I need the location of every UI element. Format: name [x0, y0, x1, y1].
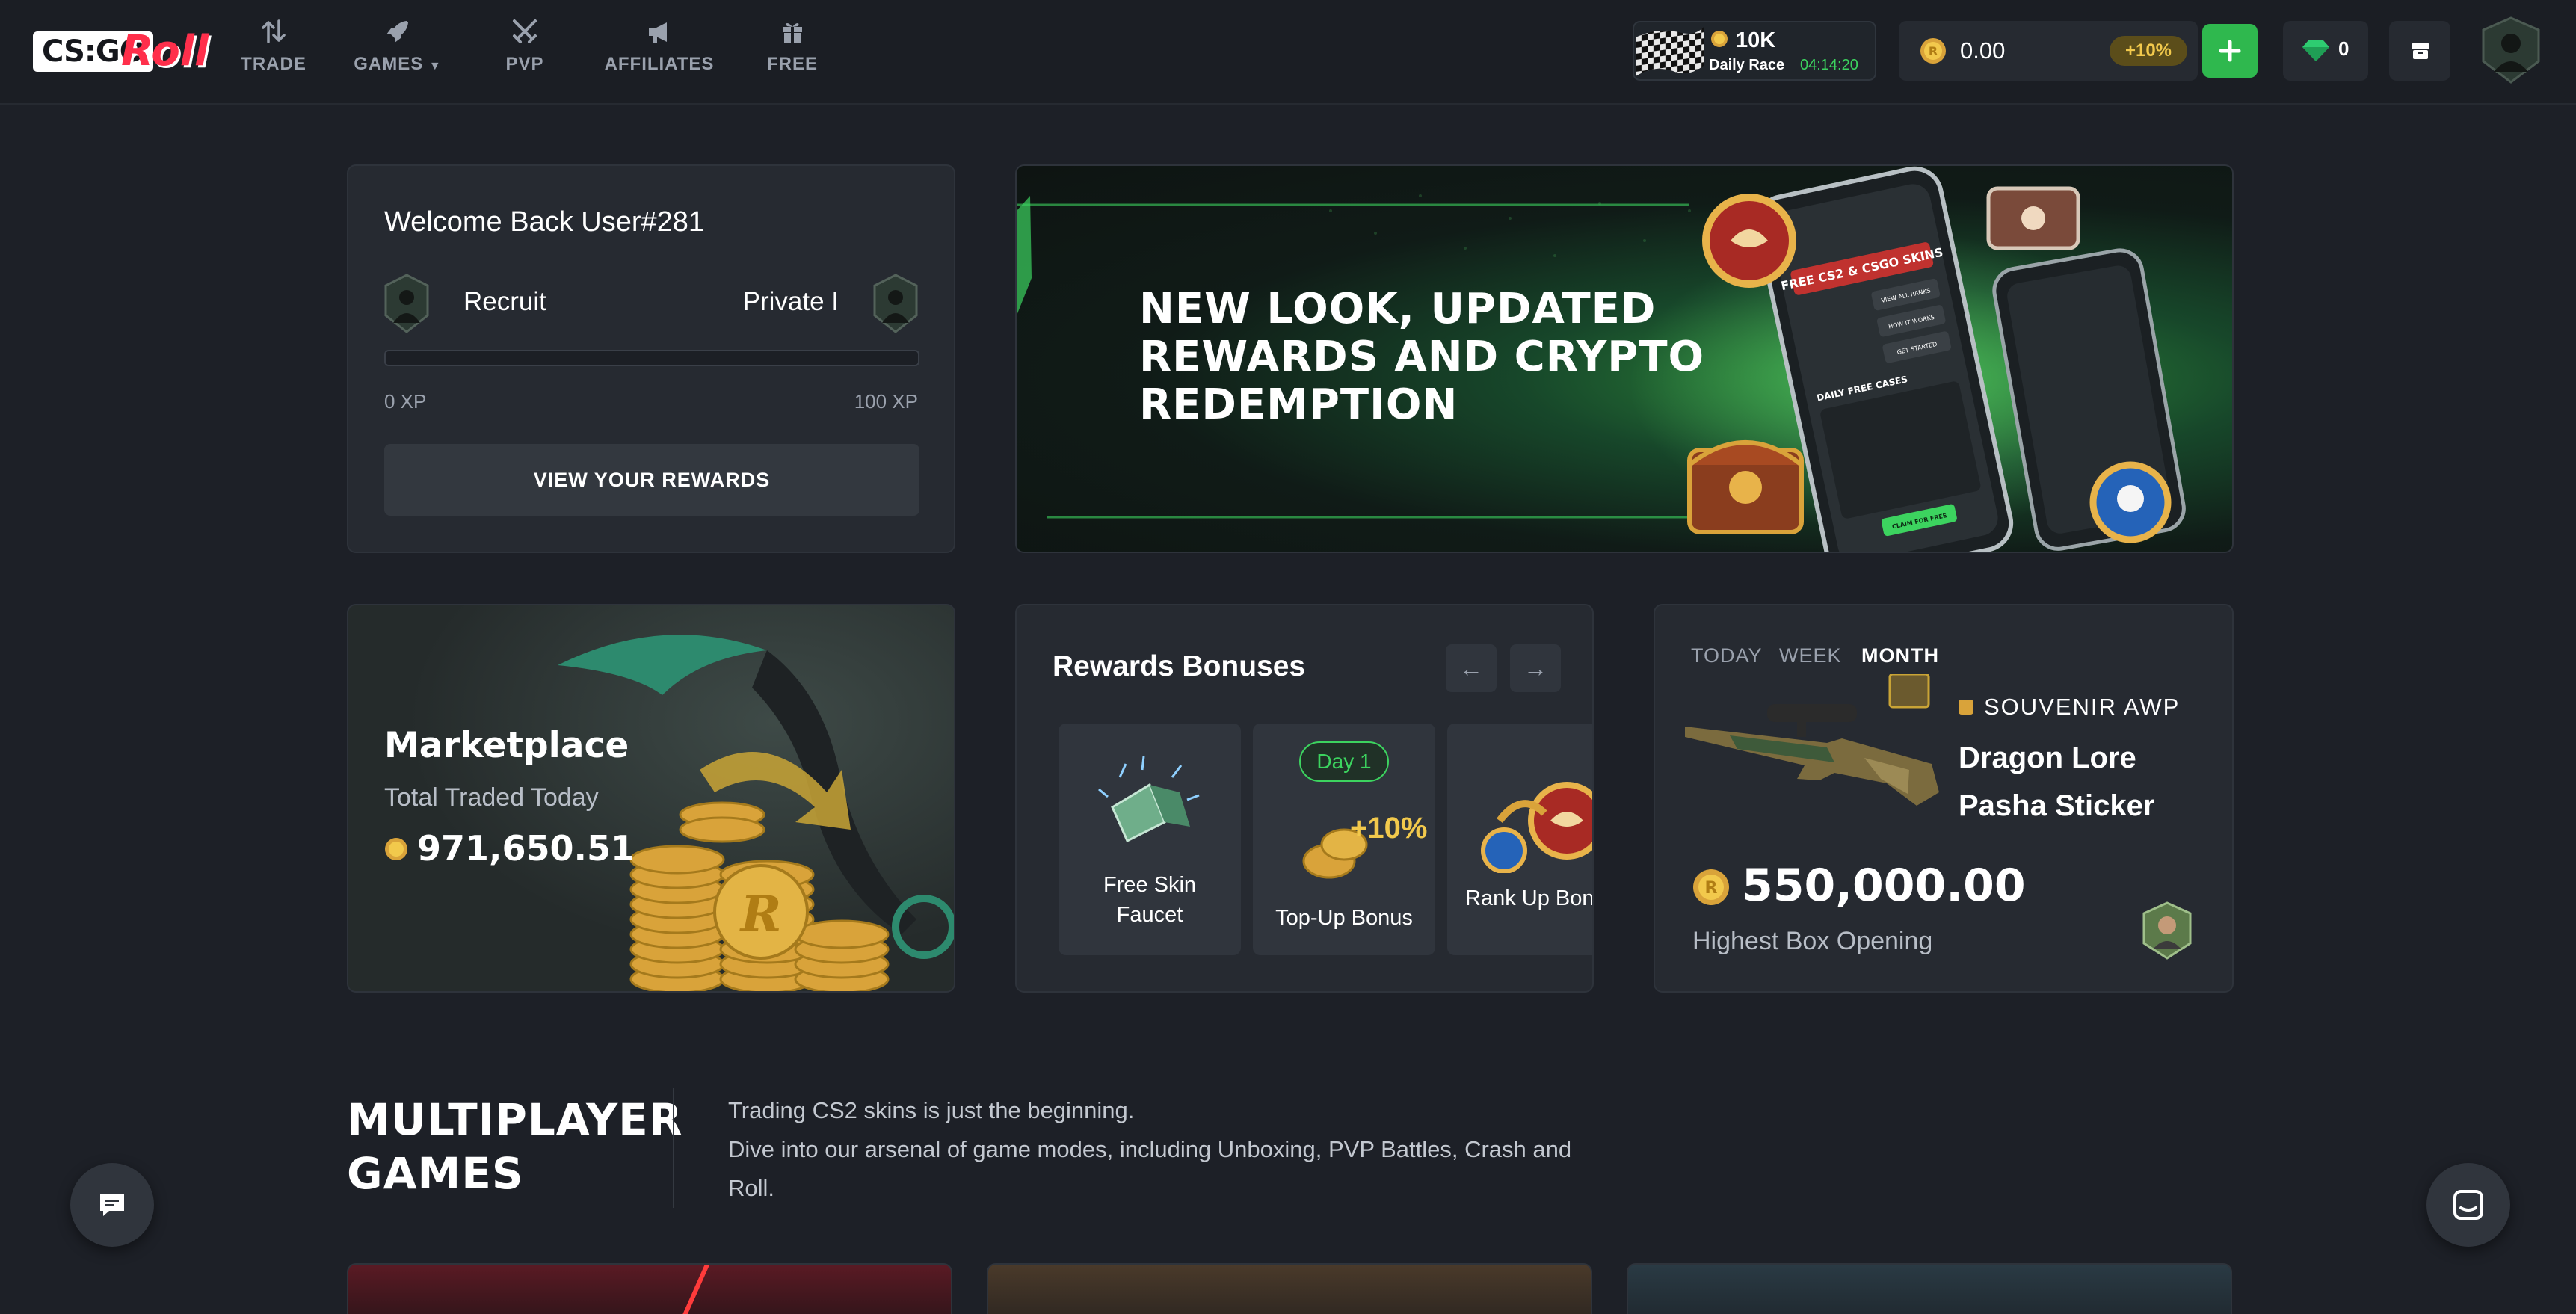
svg-text:R: R	[739, 885, 782, 943]
rewards-next-button[interactable]: →	[1510, 644, 1561, 692]
nav-trade[interactable]: TRADE	[236, 16, 311, 84]
multiplayer-desc-line-2: Dive into our arsenal of game modes, inc…	[728, 1136, 1572, 1162]
nav-games[interactable]: GAMES ▼	[351, 16, 444, 84]
chat-bubble-icon	[100, 1194, 124, 1216]
marketplace-card[interactable]: R Marketplace Total Traded Today 971,650…	[347, 604, 955, 993]
deposit-button[interactable]	[2202, 24, 2258, 78]
svg-text:R: R	[1705, 879, 1718, 898]
reward-label-topup: Top-Up Bonus	[1275, 906, 1413, 930]
nav-affiliates[interactable]: AFFILIATES	[604, 16, 715, 84]
marketplace-title: Marketplace	[384, 725, 629, 766]
coin-icon	[1711, 31, 1728, 47]
checkered-flag-icon	[1636, 26, 1704, 76]
nav-free[interactable]: FREE	[762, 16, 822, 84]
period-tab-month[interactable]: MONTH	[1861, 644, 1939, 667]
highest-price: 550,000.00	[1742, 860, 2026, 912]
deposit-bonus-badge: +10%	[2110, 36, 2187, 66]
trade-arrows-icon	[262, 19, 286, 43]
balance-amount: 0.00	[1960, 37, 2006, 64]
daily-race-widget[interactable]: 10K Daily Race 04:14:20	[1633, 21, 1876, 81]
day-badge: Day 1	[1299, 741, 1389, 782]
plus-icon	[2219, 40, 2241, 62]
xp-start-label: 0 XP	[384, 390, 427, 413]
rank-recruit-badge-icon	[384, 274, 429, 333]
promo-banner[interactable]: FREE CS2 & CSGO SKINS VIEW ALL RANKS HOW…	[1015, 164, 2234, 553]
welcome-title: Welcome Back User#281	[384, 206, 705, 238]
race-label: Daily Race	[1709, 57, 1785, 73]
race-timer: 04:14:20	[1800, 57, 1858, 73]
game-card-3[interactable]	[1627, 1263, 2232, 1314]
avatar-shield-icon	[2482, 16, 2540, 84]
reward-label-faucet: Free Skin Faucet	[1103, 873, 1197, 927]
reward-label-rankup: Rank Up Bonus	[1465, 886, 1594, 910]
current-rank-label: Recruit	[463, 287, 546, 316]
gems-count: 0	[2338, 37, 2349, 60]
banner-headline: NEW LOOK, UPDATED REWARDS AND CRYPTO RED…	[1139, 285, 1705, 429]
nav-affiliates-label: AFFILIATES	[604, 54, 715, 74]
multiplayer-title: MULTIPLAYER GAMES	[347, 1094, 683, 1199]
section-divider	[673, 1088, 674, 1208]
welcome-card: Welcome Back User#281 Recruit Private I …	[347, 164, 955, 553]
marketplace-subtitle: Total Traded Today	[384, 783, 599, 812]
game-card-1[interactable]	[347, 1263, 952, 1314]
reward-tile-rank-up-bonus[interactable]: Rank Up Bonus	[1447, 724, 1594, 955]
game-card-2[interactable]	[987, 1263, 1592, 1314]
nav-pvp-label: PVP	[505, 54, 544, 74]
next-rank-label: Private I	[742, 287, 839, 316]
highest-box-opening-card: TODAY WEEK MONTH SOUVENIR AWP Dragon Lor…	[1654, 604, 2234, 993]
xp-end-label: 100 XP	[854, 390, 918, 413]
gift-icon	[783, 22, 802, 43]
multiplayer-description: Trading CS2 skins is just the beginning.…	[728, 1091, 1571, 1208]
race-prize: 10K	[1736, 28, 1776, 52]
user-avatar[interactable]	[2480, 16, 2542, 84]
site-logo[interactable]: CS:GO Roll	[33, 25, 209, 78]
box-icon	[2412, 43, 2429, 59]
faucet-icon	[1098, 756, 1200, 843]
rocket-icon	[386, 21, 408, 43]
gems-display[interactable]: 0	[2283, 21, 2368, 81]
item-name: Dragon Lore Pasha Sticker	[1959, 741, 2155, 822]
nav-trade-label: TRADE	[241, 54, 306, 74]
view-rewards-button[interactable]: VIEW YOUR REWARDS	[384, 444, 919, 516]
highest-subtitle: Highest Box Opening	[1692, 927, 1933, 955]
rewards-carousel: Free Skin Faucet Day 1 +10% Top-Up Bonus…	[1059, 724, 1594, 955]
topup-bonus-overlay: +10%	[1350, 812, 1428, 845]
caret-down-icon: ▼	[428, 60, 442, 73]
period-tab-today[interactable]: TODAY	[1691, 644, 1763, 667]
nav-games-label: GAMES	[354, 54, 424, 74]
rank-private-badge-icon	[873, 274, 918, 333]
xp-progress-bar	[384, 350, 919, 366]
gem-icon	[2302, 40, 2329, 61]
rewards-bonuses-card: Rewards Bonuses ← → Free Skin Faucet Day…	[1015, 604, 1594, 993]
awp-rifle-image	[1685, 674, 1939, 806]
marketplace-total-value: 971,650.51	[417, 828, 635, 869]
coin-icon: R	[1920, 38, 1946, 64]
period-tab-week[interactable]: WEEK	[1779, 644, 1842, 667]
chat-button[interactable]	[70, 1163, 154, 1247]
multiplayer-desc-line-1: Trading CS2 skins is just the beginning.	[728, 1097, 1135, 1123]
rewards-prev-button[interactable]: ←	[1446, 644, 1497, 692]
support-chat-button[interactable]	[2426, 1163, 2510, 1247]
multiplayer-desc-line-3: Roll.	[728, 1175, 775, 1201]
top-navigation-bar: CS:GO Roll TRADE GAMES ▼ PVP AFFILIATES	[0, 0, 2576, 105]
item-tag: SOUVENIR AWP	[1984, 694, 2181, 720]
megaphone-icon	[649, 22, 667, 43]
reward-tile-top-up-bonus[interactable]: Day 1 +10% Top-Up Bonus	[1253, 724, 1435, 955]
rank-up-emblems-icon	[1481, 782, 1592, 873]
logo-text-accent: Roll	[121, 27, 209, 75]
reward-tile-free-skin-faucet[interactable]: Free Skin Faucet	[1059, 724, 1241, 955]
inventory-button[interactable]	[2389, 21, 2450, 81]
souvenir-square-icon	[1959, 700, 1973, 715]
messenger-icon	[2453, 1190, 2483, 1220]
game-card-1-art	[682, 1263, 709, 1314]
winner-avatar[interactable]	[2141, 901, 2193, 960]
balance-display[interactable]: R 0.00 +10%	[1899, 21, 2198, 81]
svg-text:R: R	[1929, 44, 1938, 58]
coin-icon: R	[1693, 869, 1729, 905]
nav-free-label: FREE	[766, 54, 818, 74]
rewards-title: Rewards Bonuses	[1053, 650, 1306, 682]
nav-pvp[interactable]: PVP	[495, 16, 555, 84]
crossed-swords-icon	[513, 19, 537, 43]
coin-icon	[385, 838, 407, 860]
